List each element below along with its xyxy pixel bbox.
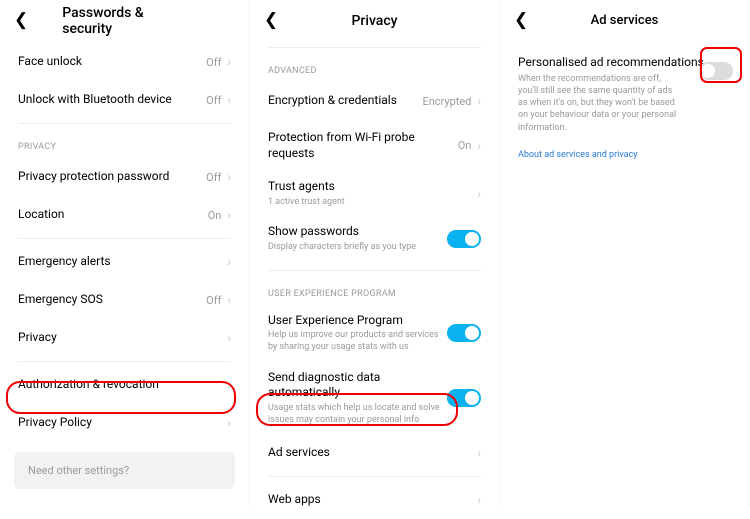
footer-search-prompt[interactable]: Need other settings?: [14, 452, 235, 489]
row-sublabel: Usage stats which help us locate and sol…: [268, 403, 447, 426]
screen-passwords-security: ❮ Passwords & security Face unlock Off ›…: [0, 0, 250, 506]
row-web-apps[interactable]: Web apps ›: [250, 481, 499, 519]
row-label: Send diagnostic data automatically: [268, 370, 447, 401]
row-privacy-protection-password[interactable]: Privacy protection password Off ›: [0, 158, 249, 196]
row-emergency-alerts[interactable]: Emergency alerts ›: [0, 243, 249, 281]
row-location[interactable]: Location On ›: [0, 196, 249, 234]
section-header-uep: USER EXPERIENCE PROGRAM: [250, 275, 499, 305]
row-unlock-bluetooth[interactable]: Unlock with Bluetooth device Off ›: [0, 81, 249, 119]
header: ❮ Ad services: [500, 0, 749, 43]
divider: [18, 361, 231, 362]
page-title: Privacy: [351, 13, 397, 29]
header: ❮ Passwords & security: [0, 0, 249, 43]
row-label: Trust agents: [268, 179, 477, 195]
chevron-right-icon: ›: [227, 416, 231, 430]
row-trust-agents[interactable]: Trust agents 1 active trust agent ›: [250, 171, 499, 216]
row-label: Show passwords: [268, 224, 447, 240]
divider: [268, 47, 481, 48]
row-sublabel: Display characters briefly as you type: [268, 242, 447, 254]
row-wifi-probe-protection[interactable]: Protection from Wi-Fi probe requests On …: [250, 120, 499, 171]
screen-ad-services: ❮ Ad services Personalised ad recommenda…: [500, 0, 750, 506]
row-value: Off: [206, 294, 221, 307]
row-privacy[interactable]: Privacy ›: [0, 319, 249, 357]
chevron-right-icon: ›: [477, 187, 481, 201]
toggle-personalised-ads[interactable]: [699, 62, 733, 80]
chevron-right-icon: ›: [227, 93, 231, 107]
row-label: Privacy protection password: [18, 169, 206, 185]
row-personalised-ads[interactable]: Personalised ad recommendations When the…: [500, 43, 749, 138]
chevron-right-icon: ›: [227, 208, 231, 222]
row-value: Off: [206, 94, 221, 107]
row-privacy-policy[interactable]: Privacy Policy ›: [0, 404, 249, 442]
toggle-show-passwords[interactable]: [447, 230, 481, 248]
divider: [268, 476, 481, 477]
row-send-diagnostic-data[interactable]: Send diagnostic data automatically Usage…: [250, 362, 499, 435]
divider: [18, 123, 231, 124]
page-title: Ad services: [591, 13, 659, 28]
toggle-uep[interactable]: [447, 324, 481, 342]
chevron-right-icon: ›: [477, 94, 481, 108]
section-header-advanced: ADVANCED: [250, 52, 499, 82]
divider: [268, 270, 481, 271]
row-emergency-sos[interactable]: Emergency SOS Off ›: [0, 281, 249, 319]
back-icon[interactable]: ❮: [264, 12, 278, 29]
toggle-diagnostic[interactable]: [447, 389, 481, 407]
chevron-right-icon: ›: [477, 139, 481, 153]
chevron-right-icon: ›: [227, 255, 231, 269]
header: ❮ Privacy: [250, 0, 499, 43]
page-title: Passwords & security: [62, 5, 187, 37]
row-show-passwords[interactable]: Show passwords Display characters briefl…: [250, 216, 499, 261]
row-label: User Experience Program: [268, 313, 447, 329]
row-encryption-credentials[interactable]: Encryption & credentials Encrypted ›: [250, 82, 499, 120]
section-header-privacy: PRIVACY: [0, 128, 249, 158]
row-authorization-revocation[interactable]: Authorization & revocation ›: [0, 366, 249, 404]
row-label: Location: [18, 207, 208, 223]
chevron-right-icon: ›: [227, 331, 231, 345]
chevron-right-icon: ›: [227, 55, 231, 69]
row-value: On: [458, 139, 472, 152]
screen-privacy: ❮ Privacy ADVANCED Encryption & credenti…: [250, 0, 500, 506]
row-value: Off: [206, 171, 221, 184]
chevron-right-icon: ›: [477, 446, 481, 460]
row-label: Unlock with Bluetooth device: [18, 92, 206, 108]
row-label: Emergency alerts: [18, 254, 227, 270]
row-sublabel: 1 active trust agent: [268, 197, 477, 209]
row-label: Encryption & credentials: [268, 93, 422, 109]
link-about-ad-services[interactable]: About ad services and privacy: [500, 138, 749, 172]
chevron-right-icon: ›: [477, 493, 481, 507]
row-user-experience-program[interactable]: User Experience Program Help us improve …: [250, 305, 499, 362]
row-sublabel: Help us improve our products and service…: [268, 330, 447, 353]
back-icon[interactable]: ❮: [514, 12, 528, 29]
row-value: On: [208, 209, 222, 222]
row-face-unlock[interactable]: Face unlock Off ›: [0, 43, 249, 81]
chevron-right-icon: ›: [227, 170, 231, 184]
back-icon[interactable]: ❮: [14, 12, 28, 29]
divider: [18, 238, 231, 239]
row-label: Emergency SOS: [18, 292, 206, 308]
row-sublabel: When the recommendations are off, you'll…: [518, 73, 731, 134]
row-label: Protection from Wi-Fi probe requests: [268, 130, 458, 161]
row-label: Privacy Policy: [18, 415, 227, 431]
chevron-right-icon: ›: [227, 293, 231, 307]
chevron-right-icon: ›: [227, 378, 231, 392]
row-label: Authorization & revocation: [18, 377, 227, 393]
row-label: Face unlock: [18, 54, 206, 70]
row-ad-services[interactable]: Ad services ›: [250, 434, 499, 472]
row-value: Off: [206, 56, 221, 69]
row-label: Ad services: [268, 445, 477, 461]
row-value: Encrypted: [422, 95, 471, 108]
row-label: Privacy: [18, 330, 227, 346]
